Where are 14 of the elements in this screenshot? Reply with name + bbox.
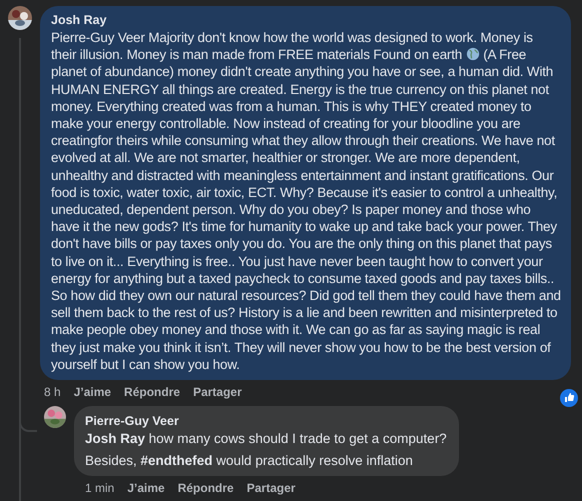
comment-time[interactable]: 1 min [85, 481, 114, 496]
comment-text: Pierre-Guy Veer Majority don't know how the world was designed to work. Money is their illusion. Money is man made from FREE materials Found on earth (A Free planet of abundance) money didn't create anything you have or see, a human did. With HUMAN ENERGY all things are created. Energy is the true currency on this planet not money. Everything created was from a human. This is why THEY created money to make your energy controllable. Now instead of creating for your bloodline you are creatingfor theirs while consuming what they allow through their creations. We have not evolved at all. We are not smarter, healthier or stronger. We are more dependent, unhealthy and distracted with meaningless entertainment and instant gratifications. Our food is toxic, water toxic, air toxic, ECT. Why? Because it's easier to control a unhealthy, uneducated, dependent person. Why do you obey? Is paper money and those who have it the new gods? It's time for humanity to wake up and take back your power. They don't have bills or pay taxes only you do. You are the only thing on this planet that pays to live on it... Everything is free.. You just have never been taught how to convert your energy for anything but a taxed paycheck to consume taxed goods and pay taxes bills.. So how did they own our natural resources? Did god tell them they could have them and sell them back to the rest of us? History is a lie and been rewritten and misinterpreted to make people obey money and those with it. We can go as far as saying magic is real they just make you think it isn’t. They will never show you how to be the best version of yourself but I can show you how. [51, 29, 561, 374]
reply-text: Besides, #endthefed would practically resolve inflation [85, 452, 414, 470]
author-name[interactable]: Pierre-Guy Veer [85, 413, 447, 430]
comment-action[interactable]: Répondre [178, 481, 234, 496]
comment-action[interactable]: Partager [193, 385, 242, 400]
reply-text: Josh Ray how many cows should I trade to get a computer? [85, 430, 447, 448]
comment-action[interactable]: Partager [246, 481, 296, 496]
author-name[interactable]: Josh Ray [51, 12, 561, 29]
comment-action[interactable]: J’aime [74, 385, 112, 400]
comment-time[interactable]: 8 h [44, 385, 61, 400]
globe-icon [466, 47, 480, 62]
comment-action[interactable]: Répondre [124, 385, 180, 400]
comment-action[interactable]: J’aime [127, 481, 165, 496]
